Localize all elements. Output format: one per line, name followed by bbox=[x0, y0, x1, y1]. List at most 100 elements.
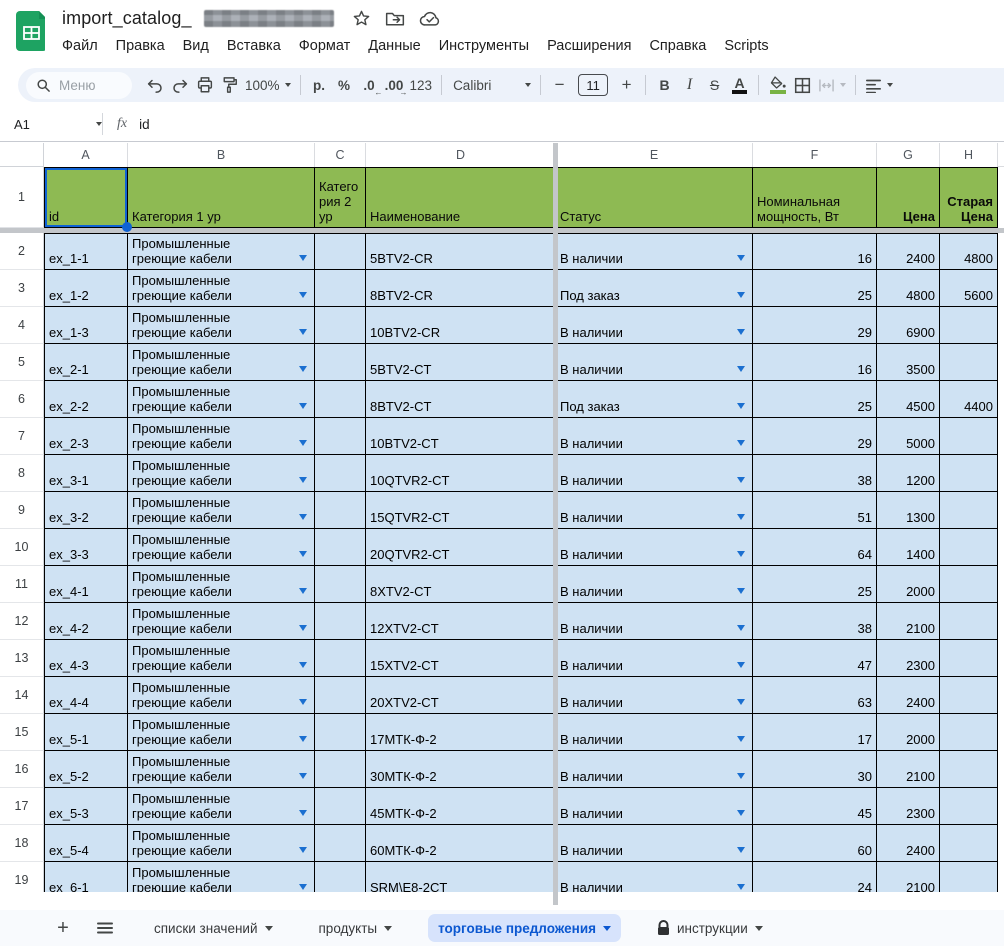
row-number[interactable]: 8 bbox=[0, 455, 44, 492]
cloud-check-icon[interactable] bbox=[419, 11, 441, 27]
cell-name[interactable]: 45МТК-Ф-2 bbox=[366, 788, 556, 825]
sheets-logo-icon[interactable] bbox=[16, 11, 45, 51]
cell-power[interactable]: 38 bbox=[753, 455, 877, 492]
cell-power[interactable]: 24 bbox=[753, 862, 877, 892]
dropdown-arrow-icon[interactable] bbox=[299, 773, 307, 779]
cell-price[interactable]: 2100 bbox=[877, 603, 940, 640]
cell-name[interactable]: 20QTVR2-CT bbox=[366, 529, 556, 566]
cell-category1[interactable]: Промышленные греющие кабели bbox=[128, 455, 315, 492]
select-all-corner[interactable] bbox=[0, 143, 44, 167]
cell-category2[interactable] bbox=[315, 566, 366, 603]
cell-status[interactable]: В наличии bbox=[556, 825, 753, 862]
cell-category2[interactable] bbox=[315, 455, 366, 492]
chevron-down-icon[interactable] bbox=[265, 926, 273, 931]
dropdown-arrow-icon[interactable] bbox=[737, 810, 745, 816]
cell-id[interactable]: ex_3-3 bbox=[44, 529, 128, 566]
cell-name[interactable]: 8BTV2-CT bbox=[366, 381, 556, 418]
cell-id[interactable]: ex_5-2 bbox=[44, 751, 128, 788]
cell-id[interactable]: ex_2-2 bbox=[44, 381, 128, 418]
cell-category1[interactable]: Промышленные греющие кабели bbox=[128, 307, 315, 344]
cell-id[interactable]: ex_4-3 bbox=[44, 640, 128, 677]
cell-category2[interactable] bbox=[315, 233, 366, 270]
cell-power[interactable]: 38 bbox=[753, 603, 877, 640]
cell-category1[interactable]: Промышленные греющие кабели bbox=[128, 751, 315, 788]
format-percent-button[interactable]: % bbox=[332, 72, 357, 98]
cell-price[interactable]: 1400 bbox=[877, 529, 940, 566]
cell-category1[interactable]: Промышленные греющие кабели bbox=[128, 529, 315, 566]
column-header-d[interactable]: D bbox=[366, 143, 556, 167]
dropdown-arrow-icon[interactable] bbox=[737, 588, 745, 594]
cell-power[interactable]: 16 bbox=[753, 233, 877, 270]
menu-item[interactable]: Вставка bbox=[218, 36, 290, 56]
cell-category2[interactable] bbox=[315, 677, 366, 714]
sheet-tab-inactive[interactable]: инструкции bbox=[647, 914, 773, 942]
cell-price[interactable]: 1200 bbox=[877, 455, 940, 492]
cell-power[interactable]: 16 bbox=[753, 344, 877, 381]
cell-name[interactable]: 20XTV2-CT bbox=[366, 677, 556, 714]
cell-category2[interactable] bbox=[315, 529, 366, 566]
dropdown-arrow-icon[interactable] bbox=[737, 477, 745, 483]
row-number[interactable]: 13 bbox=[0, 640, 44, 677]
cell-category2[interactable] bbox=[315, 640, 366, 677]
print-button[interactable] bbox=[192, 72, 217, 98]
menu-item[interactable]: Правка bbox=[107, 36, 174, 56]
cell-old-price[interactable]: 4400 bbox=[940, 381, 998, 418]
cell-category1[interactable]: Промышленные греющие кабели bbox=[128, 492, 315, 529]
column-header-e[interactable]: E bbox=[556, 143, 753, 167]
cell-status[interactable]: В наличии bbox=[556, 455, 753, 492]
cell-old-price[interactable] bbox=[940, 677, 998, 714]
dropdown-arrow-icon[interactable] bbox=[737, 514, 745, 520]
cell-old-price[interactable] bbox=[940, 529, 998, 566]
text-color-button[interactable]: A bbox=[727, 72, 752, 98]
cell-status[interactable]: В наличии bbox=[556, 751, 753, 788]
paint-format-button[interactable] bbox=[217, 72, 242, 98]
cell-id[interactable]: ex_1-3 bbox=[44, 307, 128, 344]
format-currency-button[interactable]: р. bbox=[307, 72, 332, 98]
cell-status[interactable]: В наличии bbox=[556, 640, 753, 677]
all-sheets-button[interactable] bbox=[92, 915, 118, 941]
sheet-tab-inactive[interactable]: списки значений bbox=[144, 914, 283, 942]
menu-item[interactable]: Файл bbox=[53, 36, 107, 56]
search-menu-input[interactable]: Меню bbox=[26, 72, 132, 99]
column-header-a[interactable]: A bbox=[44, 143, 128, 167]
cell-power[interactable]: 30 bbox=[753, 751, 877, 788]
cell-old-price[interactable] bbox=[940, 455, 998, 492]
cell-name[interactable]: 8BTV2-CR bbox=[366, 270, 556, 307]
cell-old-price[interactable] bbox=[940, 492, 998, 529]
menu-item[interactable]: Расширения bbox=[538, 36, 640, 56]
row-number[interactable]: 1 bbox=[0, 167, 44, 228]
cell-power[interactable]: 29 bbox=[753, 418, 877, 455]
row-number[interactable]: 10 bbox=[0, 529, 44, 566]
cell-price[interactable]: 2000 bbox=[877, 714, 940, 751]
dropdown-arrow-icon[interactable] bbox=[737, 736, 745, 742]
cell-id[interactable]: ex_2-1 bbox=[44, 344, 128, 381]
dropdown-arrow-icon[interactable] bbox=[299, 810, 307, 816]
row-number[interactable]: 3 bbox=[0, 270, 44, 307]
cell-old-price[interactable] bbox=[940, 603, 998, 640]
cell-power[interactable]: 25 bbox=[753, 566, 877, 603]
formula-input[interactable]: id bbox=[139, 117, 150, 132]
font-select[interactable]: Calibri bbox=[448, 72, 534, 98]
cell-category2[interactable] bbox=[315, 788, 366, 825]
cell-id[interactable]: ex_4-2 bbox=[44, 603, 128, 640]
sheet-tab-active[interactable]: торговые предложения bbox=[428, 914, 621, 942]
dropdown-arrow-icon[interactable] bbox=[737, 329, 745, 335]
cell-name[interactable]: 10BTV2-CR bbox=[366, 307, 556, 344]
cell-category1[interactable]: Промышленные греющие кабели bbox=[128, 862, 315, 892]
cell-old-price[interactable] bbox=[940, 862, 998, 892]
cell-category1[interactable]: Промышленные греющие кабели bbox=[128, 825, 315, 862]
cell-category1[interactable]: Промышленные греющие кабели bbox=[128, 788, 315, 825]
italic-button[interactable]: I bbox=[677, 72, 702, 98]
cell-category1[interactable]: Промышленные греющие кабели bbox=[128, 566, 315, 603]
cell-status[interactable]: В наличии bbox=[556, 418, 753, 455]
chevron-down-icon[interactable] bbox=[755, 926, 763, 931]
dropdown-arrow-icon[interactable] bbox=[299, 736, 307, 742]
cell-id[interactable]: ex_3-2 bbox=[44, 492, 128, 529]
cell-category1[interactable]: Промышленные греющие кабели bbox=[128, 603, 315, 640]
dropdown-arrow-icon[interactable] bbox=[299, 514, 307, 520]
dropdown-arrow-icon[interactable] bbox=[299, 847, 307, 853]
cell-c1[interactable]: Категория 2 ур bbox=[315, 167, 366, 228]
dropdown-arrow-icon[interactable] bbox=[737, 884, 745, 890]
cell-price[interactable]: 2100 bbox=[877, 751, 940, 788]
row-number[interactable]: 17 bbox=[0, 788, 44, 825]
